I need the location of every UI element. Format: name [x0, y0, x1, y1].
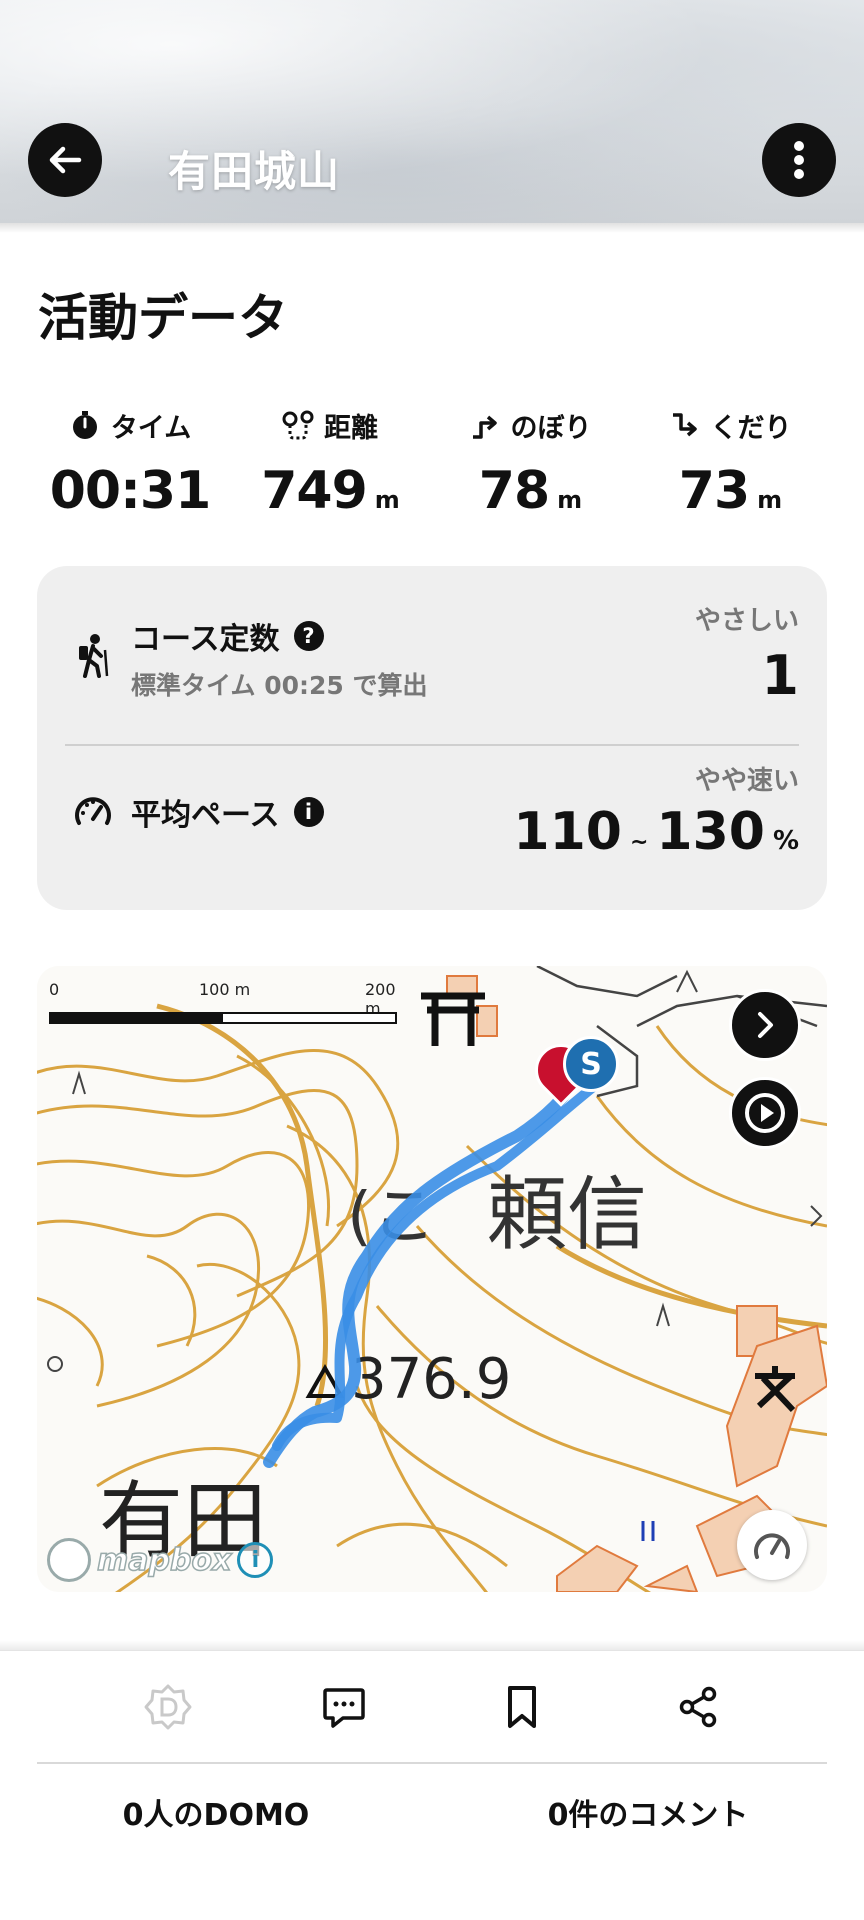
- domo-count[interactable]: 0人のDOMO: [0, 1790, 432, 1834]
- pace-min: 110: [513, 802, 622, 862]
- stat-descent-unit: m: [757, 486, 782, 514]
- stat-ascent-label: のぼり: [510, 412, 592, 444]
- average-pace-row: 平均ペース i やや速い 110 ~ 130 %: [37, 746, 827, 910]
- domo-icon: [144, 1684, 192, 1730]
- mapbox-attribution: mapbox i: [47, 1538, 274, 1582]
- more-vertical-icon: [794, 141, 804, 179]
- speedometer-icon: [754, 1533, 790, 1559]
- mapbox-logo-icon: [47, 1538, 91, 1582]
- pace-max: 130: [656, 802, 765, 862]
- chevron-right-icon: [758, 1012, 773, 1038]
- action-bar: [0, 1650, 864, 1760]
- scale-bar: [49, 1012, 397, 1024]
- descent-icon: [672, 413, 697, 437]
- route-map[interactable]: (こ 頼信 376.9 有田 0 100 m 200 m S mapbox i: [37, 966, 827, 1592]
- mapbox-logo-text: mapbox: [96, 1542, 232, 1579]
- hiker-icon: [79, 634, 109, 678]
- bookmark-icon: [508, 1686, 536, 1728]
- stat-ascent-unit: m: [557, 486, 582, 514]
- stat-distance-label: 距離: [324, 412, 378, 444]
- map-label-elevation: 376.9: [351, 1347, 511, 1412]
- arrow-left-icon: [49, 146, 82, 174]
- help-icon[interactable]: ?: [293, 621, 324, 651]
- map-scale: 0 100 m 200 m: [49, 980, 409, 1040]
- stat-time: タイム 00:31: [30, 405, 230, 535]
- bookmark-button[interactable]: [494, 1679, 550, 1735]
- play-circle-icon: [745, 1093, 785, 1133]
- domo-button[interactable]: [140, 1679, 196, 1735]
- topographic-map: (こ 頼信 376.9 有田: [37, 966, 827, 1592]
- map-next-button[interactable]: [729, 989, 801, 1061]
- activity-data-title: 活動データ: [38, 289, 288, 347]
- stat-distance-unit: m: [374, 486, 400, 514]
- stat-ascent: のぼり 78 m: [430, 405, 630, 535]
- route-icon: [282, 410, 314, 440]
- pace-tilde: ~: [629, 830, 649, 855]
- course-constant-row: コース定数 ? 標準タイム 00:25 で算出 やさしい 1: [37, 566, 827, 746]
- start-marker[interactable]: S: [563, 1036, 619, 1092]
- map-replay-button[interactable]: [729, 1077, 801, 1149]
- info-icon[interactable]: i: [293, 797, 324, 827]
- stat-time-label: タイム: [110, 412, 192, 444]
- share-button[interactable]: [670, 1679, 726, 1735]
- stopwatch-icon: [72, 411, 97, 439]
- map-label-yorinobu: 頼信: [487, 1168, 647, 1261]
- header: 有田城山: [0, 0, 864, 223]
- course-constant-value: 1: [761, 644, 799, 707]
- pace-range: 110 ~ 130 %: [513, 802, 799, 862]
- comment-button[interactable]: [316, 1679, 372, 1735]
- comment-icon: [323, 1688, 365, 1728]
- stat-time-value: 00:31: [49, 461, 212, 521]
- speedometer-icon: [75, 797, 111, 825]
- header-background-photo: [0, 0, 864, 223]
- scale-label-100: 100 m: [199, 980, 251, 999]
- more-menu-button[interactable]: [762, 123, 836, 197]
- attribution-info-icon[interactable]: i: [237, 1542, 274, 1578]
- course-pace-card: コース定数 ? 標準タイム 00:25 で算出 やさしい 1 平均ペース i や…: [37, 566, 827, 910]
- bottom-separator: [0, 1640, 864, 1650]
- stat-distance: 距離 749 m: [230, 405, 430, 535]
- stat-ascent-value: 78: [478, 461, 550, 521]
- stat-descent: くだり 73 m: [630, 405, 830, 535]
- stat-descent-value: 73: [678, 461, 750, 521]
- difficulty-label: やさしい: [694, 606, 799, 636]
- header-shadow: [0, 223, 864, 233]
- pace-speed-label: やや速い: [694, 766, 799, 796]
- page-title: 有田城山: [168, 147, 341, 196]
- course-constant-title: コース定数: [131, 622, 280, 657]
- ascent-icon: [472, 415, 497, 439]
- standard-time-text: 標準タイム 00:25 で算出: [131, 671, 428, 700]
- stat-distance-value: 749: [261, 461, 368, 521]
- action-divider: [37, 1762, 827, 1764]
- pace-unit: %: [772, 826, 799, 856]
- map-pace-toggle-button[interactable]: [737, 1510, 807, 1580]
- scale-label-0: 0: [49, 980, 60, 999]
- stat-descent-label: くだり: [710, 412, 792, 444]
- back-button[interactable]: [28, 123, 102, 197]
- stats-row: タイム 00:31 距離 749 m のぼり 78 m くだり 73 m: [30, 405, 830, 535]
- share-icon: [679, 1686, 717, 1728]
- comment-count[interactable]: 0件のコメント: [432, 1790, 864, 1834]
- average-pace-title: 平均ペース: [131, 798, 280, 833]
